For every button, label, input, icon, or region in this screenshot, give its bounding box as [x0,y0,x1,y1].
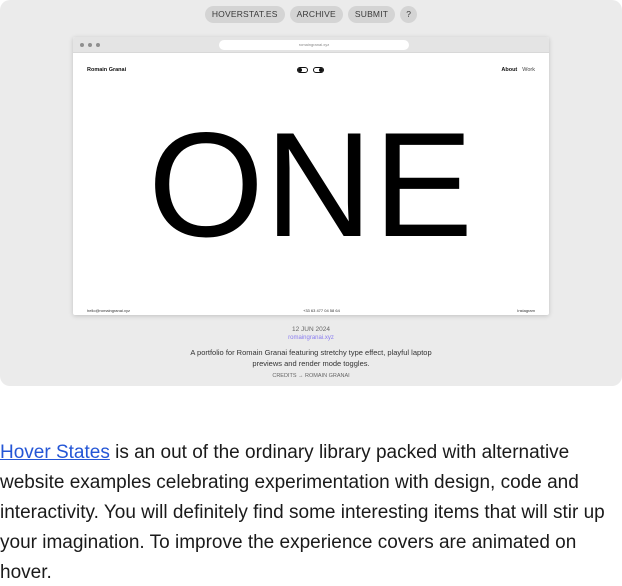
nav-help-button[interactable]: ? [400,6,418,23]
entry-date: 12 JUN 2024 [292,326,330,333]
entry-description: A portfolio for Romain Granai featuring … [190,348,432,368]
preview-nav: About Work [501,67,535,73]
preview-site-name: Romain Granai [87,67,127,73]
render-mode-toggles [297,67,324,73]
entry-credits: CREDITS → ROMAIN GRANAI [272,373,350,379]
toggle-icon [313,67,324,73]
browser-chrome: romaingranai.xyz [73,37,549,53]
toggle-icon [297,67,308,73]
nav-archive-button[interactable]: ARCHIVE [289,6,343,23]
preview-hero-text: ONE [148,101,474,268]
intro-paragraph: Hover States is an out of the ordinary l… [0,438,622,586]
preview-nav-about: About [501,67,518,73]
preview-nav-work: Work [522,67,535,73]
address-bar: romaingranai.xyz [219,40,409,50]
window-dot-icon [80,43,84,47]
hover-states-link[interactable]: Hover States [0,442,110,463]
nav-submit-button[interactable]: SUBMIT [347,6,396,23]
top-nav: HOVERSTAT.ES ARCHIVE SUBMIT ? [0,6,622,23]
nav-hoverstates-button[interactable]: HOVERSTAT.ES [204,6,285,23]
intro-text: is an out of the ordinary library packed… [0,442,605,583]
window-dot-icon [88,43,92,47]
preview-footer-email: hello@romaingranai.xyz [87,308,130,313]
preview-footer-social: Instagram [517,308,535,313]
window-dot-icon [96,43,100,47]
site-card: HOVERSTAT.ES ARCHIVE SUBMIT ? romaingran… [0,0,622,386]
preview-footer-phone: +33 63 477 04 58 64 [303,308,340,313]
entry-domain-link[interactable]: romaingranai.xyz [0,335,622,341]
browser-preview[interactable]: romaingranai.xyz Romain Granai About Wor… [73,37,549,315]
